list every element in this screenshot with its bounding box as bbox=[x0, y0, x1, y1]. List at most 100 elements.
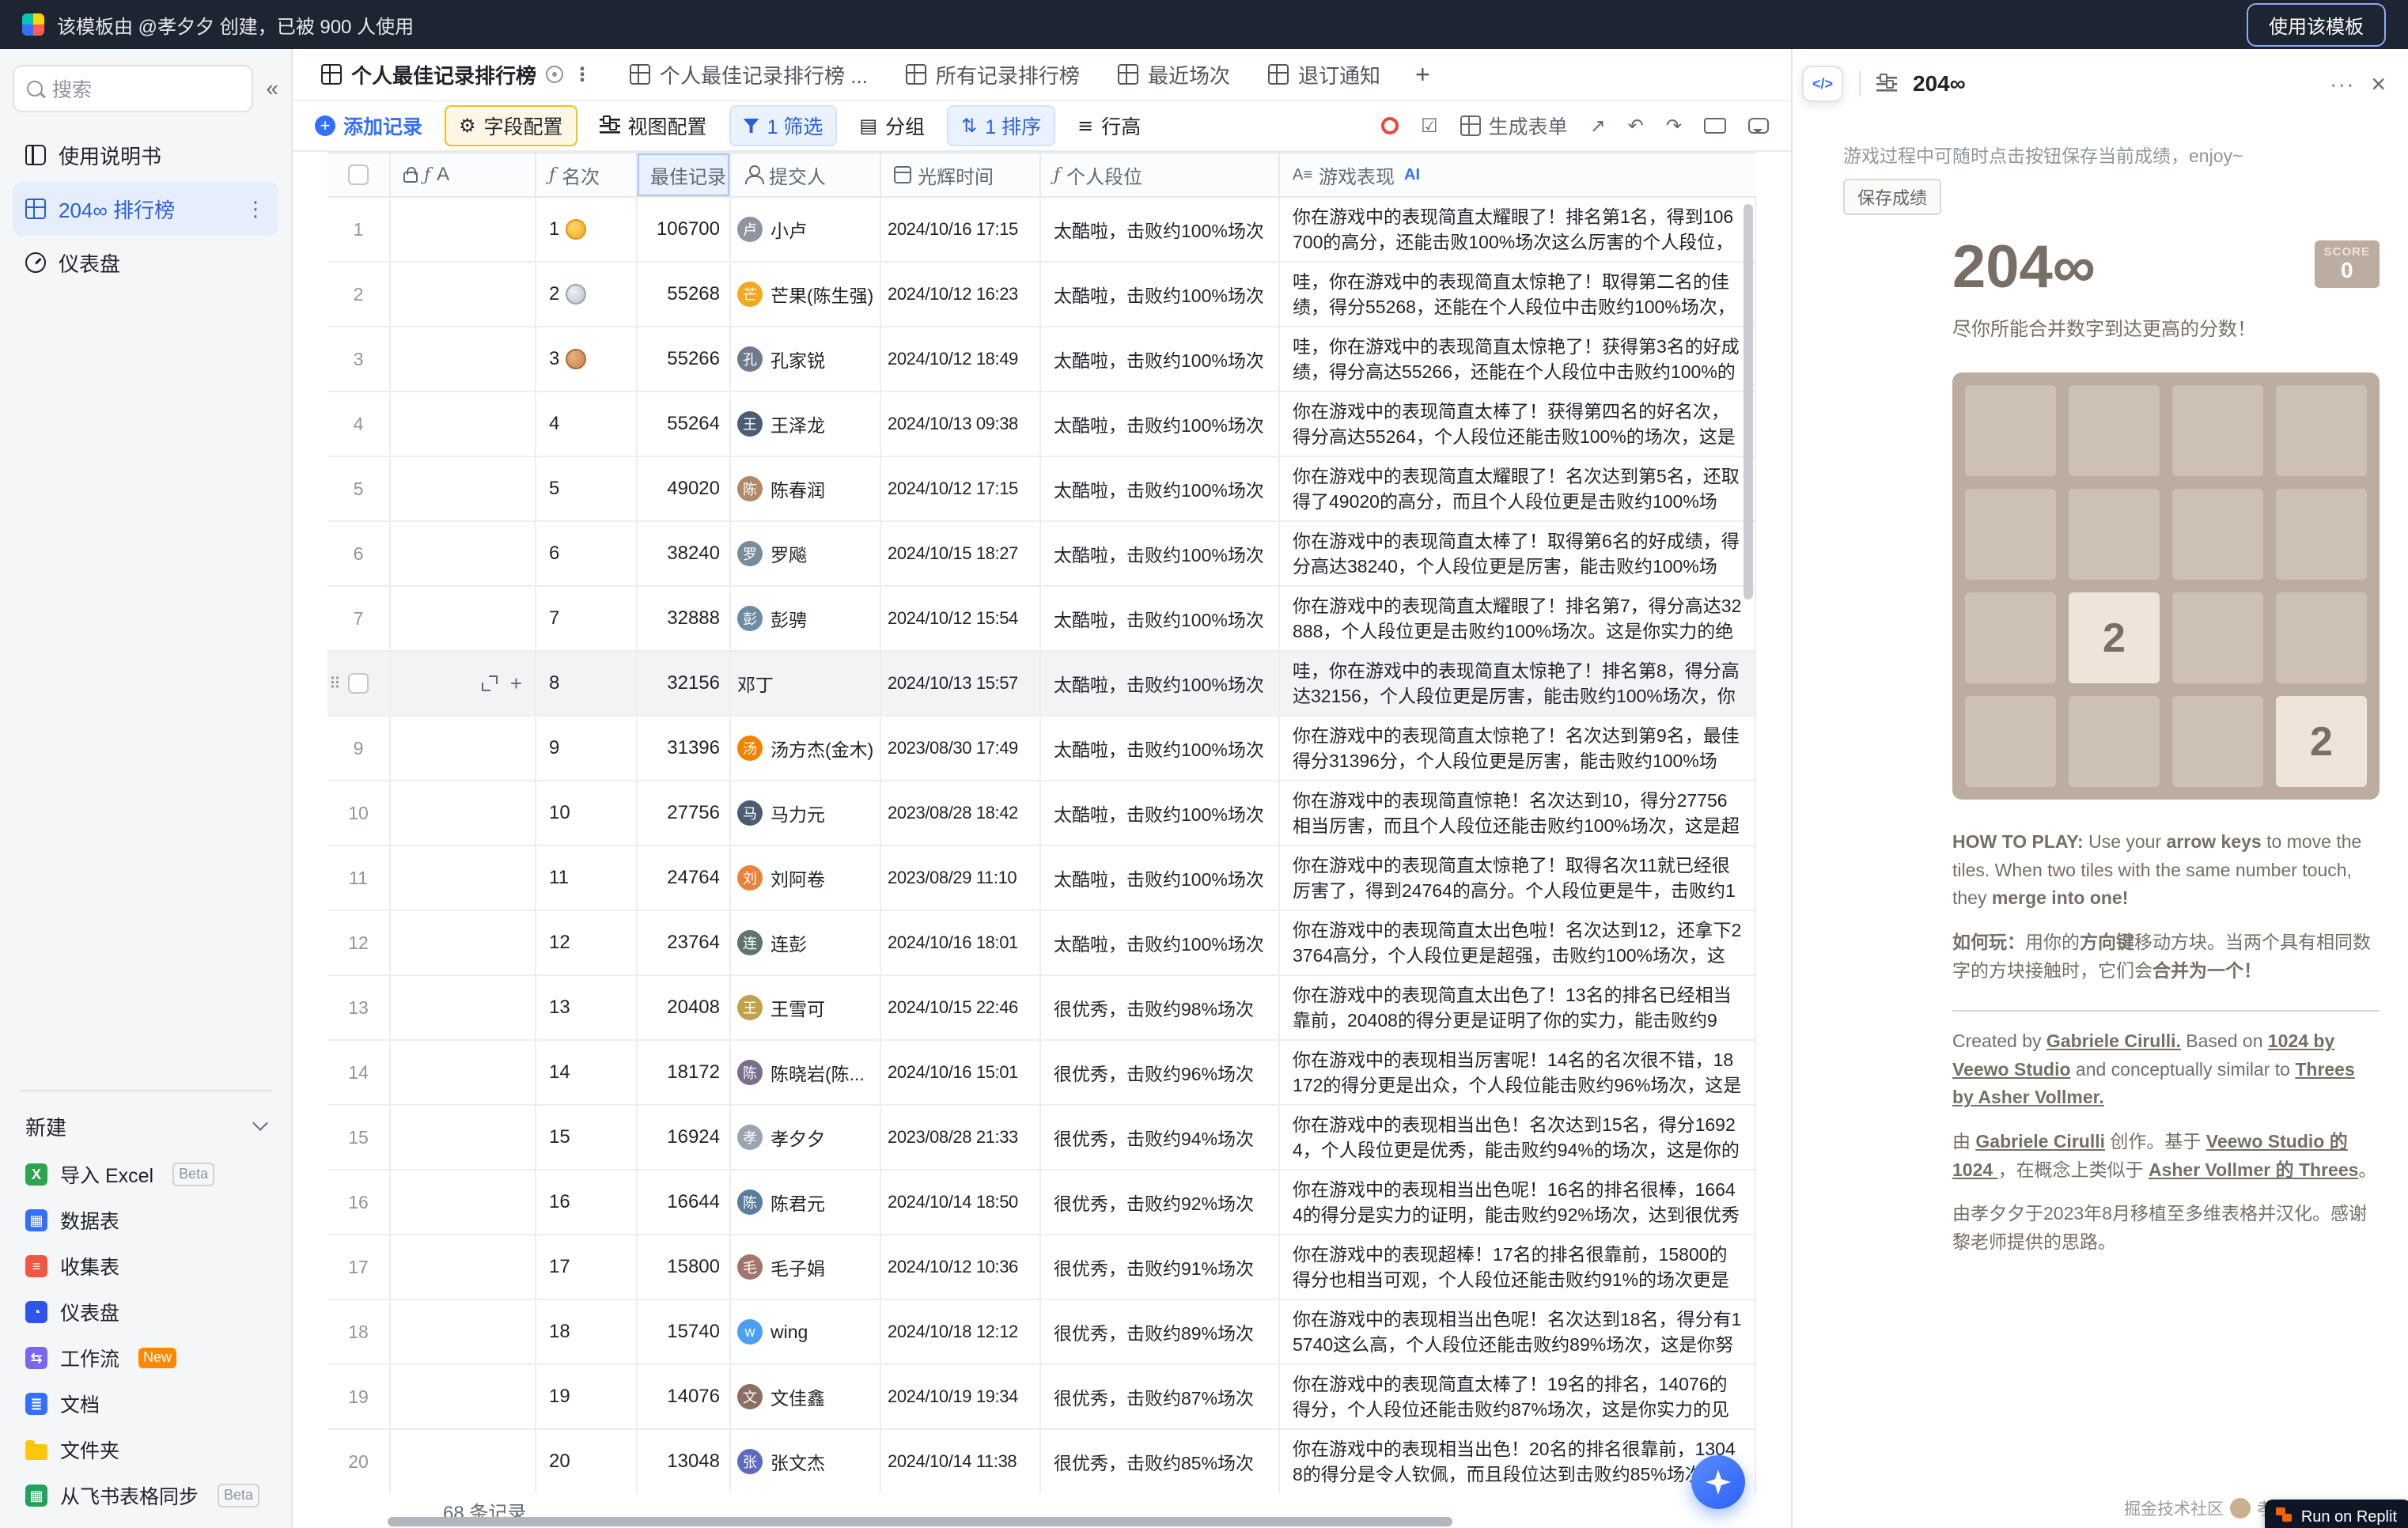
table-row[interactable]: 141418172陈陈晓岩(陈...2024/10/16 15:01很优秀，击败… bbox=[328, 1041, 1756, 1106]
cell-best-score[interactable]: 16924 bbox=[638, 1106, 731, 1169]
collapse-sidebar-icon[interactable]: « bbox=[266, 76, 278, 101]
more-icon[interactable]: ··· bbox=[2330, 72, 2355, 96]
cell-best-score[interactable]: 55268 bbox=[638, 263, 731, 326]
cell-tier[interactable]: 很优秀，击败约92%场次 bbox=[1041, 1171, 1280, 1234]
cell-best-score[interactable]: 23764 bbox=[638, 911, 731, 974]
cell-performance[interactable]: 你在游戏中的表现超棒！17名的排名很靠前，15800的得分也相当可观，个人段位还… bbox=[1280, 1235, 1756, 1299]
cell-performance[interactable]: 你在游戏中的表现简直太出色了！13名的排名已经相当靠前，20408的得分更是证明… bbox=[1280, 976, 1756, 1039]
generate-form-button[interactable]: 生成表单 bbox=[1460, 112, 1568, 140]
row-index-cell[interactable]: 16 bbox=[328, 1171, 391, 1234]
cell-best-score[interactable]: 49020 bbox=[638, 457, 731, 520]
cell-submitter[interactable]: 陈陈晓岩(陈... bbox=[731, 1041, 881, 1104]
cell-a[interactable] bbox=[391, 1300, 536, 1363]
column-header[interactable]: ƒ个人段位 bbox=[1041, 153, 1280, 196]
cell-a[interactable] bbox=[391, 1365, 536, 1428]
group-button[interactable]: ▤ 分组 bbox=[859, 112, 925, 140]
table-row[interactable]: ⠿+832156邓丁2024/10/13 15:57太酷啦，击败约100%场次哇… bbox=[328, 652, 1756, 717]
row-index-cell[interactable]: 9 bbox=[328, 717, 391, 780]
sort-button[interactable]: ⇅ 1 排序 bbox=[947, 105, 1055, 146]
cell-performance[interactable]: 你在游戏中的表现简直太棒了！取得第6名的好成绩，得分高达38240，个人段位更是… bbox=[1280, 522, 1756, 585]
cell-best-score[interactable]: 15740 bbox=[638, 1300, 731, 1363]
column-header[interactable]: A≡游戏表现AI bbox=[1280, 153, 1756, 196]
cell-time[interactable]: 2024/10/12 10:36 bbox=[881, 1235, 1041, 1299]
sidebar-create-item[interactable]: 文件夹 bbox=[13, 1427, 278, 1473]
cell-tier[interactable]: 太酷啦，击败约100%场次 bbox=[1041, 392, 1280, 456]
expand-view-icon[interactable] bbox=[1704, 118, 1726, 134]
cell-rank[interactable]: 13 bbox=[536, 976, 638, 1039]
cell-a[interactable] bbox=[391, 263, 536, 326]
cell-best-score[interactable]: 106700 bbox=[638, 198, 731, 261]
cell-performance[interactable]: 你在游戏中的表现相当出色！名次达到15名，得分16924，个人段位更是优秀，能击… bbox=[1280, 1106, 1756, 1169]
table-row[interactable]: 11106700卢小卢2024/10/16 17:15太酷啦，击败约100%场次… bbox=[328, 198, 1756, 263]
cell-submitter[interactable]: 卢小卢 bbox=[731, 198, 881, 261]
cell-submitter[interactable]: 彭彭骋 bbox=[731, 587, 881, 650]
comment-icon[interactable] bbox=[1748, 118, 1769, 134]
cell-a[interactable] bbox=[391, 1430, 536, 1493]
cell-rank[interactable]: 6 bbox=[536, 522, 638, 585]
cell-time[interactable]: 2023/08/30 17:49 bbox=[881, 717, 1041, 780]
view-tab[interactable]: 个人最佳记录排行榜⋮ bbox=[302, 49, 611, 100]
cell-time[interactable]: 2024/10/14 11:38 bbox=[881, 1430, 1041, 1493]
cell-time[interactable]: 2024/10/12 15:54 bbox=[881, 587, 1041, 650]
cell-a[interactable] bbox=[391, 1171, 536, 1234]
horizontal-scrollbar[interactable] bbox=[388, 1517, 1452, 1526]
cell-rank[interactable]: 2 bbox=[536, 263, 638, 326]
redo-icon[interactable]: ↷ bbox=[1666, 116, 1682, 135]
cell-best-score[interactable]: 55266 bbox=[638, 327, 731, 391]
cell-time[interactable]: 2024/10/19 19:34 bbox=[881, 1365, 1041, 1428]
cell-a[interactable] bbox=[391, 1106, 536, 1169]
cell-rank[interactable]: 17 bbox=[536, 1235, 638, 1299]
column-header[interactable]: ƒ名次 bbox=[536, 153, 638, 196]
cell-tier[interactable]: 太酷啦，击败约100%场次 bbox=[1041, 522, 1280, 585]
sidebar-create-item[interactable]: X导入 ExcelBeta bbox=[13, 1152, 278, 1197]
cell-rank[interactable]: 7 bbox=[536, 587, 638, 650]
cell-performance[interactable]: 你在游戏中的表现简直太出色啦！名次达到12，还拿下23764高分，个人段位更是超… bbox=[1280, 911, 1756, 974]
cell-time[interactable]: 2024/10/12 18:49 bbox=[881, 327, 1041, 391]
cell-a[interactable] bbox=[391, 587, 536, 650]
cell-best-score[interactable]: 32156 bbox=[638, 652, 731, 715]
cell-best-score[interactable]: 55264 bbox=[638, 392, 731, 456]
cell-tier[interactable]: 很优秀，击败约87%场次 bbox=[1041, 1365, 1280, 1428]
cell-submitter[interactable]: 连连彭 bbox=[731, 911, 881, 974]
sidebar-create-item[interactable]: ◔仪表盘 bbox=[13, 1289, 278, 1335]
cell-performance[interactable]: 你在游戏中的表现相当厉害呢！14名的名次很不错，18172的得分更是出众，个人段… bbox=[1280, 1041, 1756, 1104]
cell-rank[interactable]: 20 bbox=[536, 1430, 638, 1493]
column-header[interactable]: 提交人 bbox=[731, 153, 881, 196]
cell-submitter[interactable]: 王王泽龙 bbox=[731, 392, 881, 456]
sidebar-create-item[interactable]: ▦数据表 bbox=[13, 1197, 278, 1243]
cell-rank[interactable]: 3 bbox=[536, 327, 638, 391]
row-index-cell[interactable]: 19 bbox=[328, 1365, 391, 1428]
table-row[interactable]: 161616644陈陈君元2024/10/14 18:50很优秀，击败约92%场… bbox=[328, 1171, 1756, 1235]
cell-submitter[interactable]: 毛毛子娟 bbox=[731, 1235, 881, 1299]
cell-tier[interactable]: 很优秀，击败约85%场次 bbox=[1041, 1430, 1280, 1493]
cell-performance[interactable]: 哇，你在游戏中的表现简直太惊艳了！获得第3名的好成绩，得分高达55266，还能在… bbox=[1280, 327, 1756, 391]
cell-a[interactable] bbox=[391, 976, 536, 1039]
cell-performance[interactable]: 你在游戏中的表现简直太耀眼了！排名第1名，得到106700的高分，还能击败100… bbox=[1280, 198, 1756, 261]
cell-rank[interactable]: 4 bbox=[536, 392, 638, 456]
row-index-cell[interactable]: 10 bbox=[328, 781, 391, 845]
row-index-cell[interactable]: 13 bbox=[328, 976, 391, 1039]
row-index-cell[interactable]: 17 bbox=[328, 1235, 391, 1299]
sidebar-create-item[interactable]: ≣文档 bbox=[13, 1381, 278, 1427]
sidebar-item[interactable]: 仪表盘 bbox=[13, 236, 278, 289]
cell-performance[interactable]: 你在游戏中的表现简直太惊艳了！取得名次11就已经很厉害了，得到24764的高分。… bbox=[1280, 846, 1756, 910]
task-icon[interactable]: ☑ bbox=[1421, 116, 1438, 135]
cell-best-score[interactable]: 18172 bbox=[638, 1041, 731, 1104]
cell-a[interactable] bbox=[391, 457, 536, 520]
cell-submitter[interactable]: 孔孔家锐 bbox=[731, 327, 881, 391]
cell-tier[interactable]: 很优秀，击败约96%场次 bbox=[1041, 1041, 1280, 1104]
credit-link[interactable]: Gabriele Cirulli. bbox=[2046, 1031, 2181, 1051]
row-index-cell[interactable]: 1 bbox=[328, 198, 391, 261]
field-config-button[interactable]: ⚙ 字段配置 bbox=[445, 105, 577, 146]
cell-submitter[interactable]: 陈陈春润 bbox=[731, 457, 881, 520]
row-index-cell[interactable]: 7 bbox=[328, 587, 391, 650]
cell-submitter[interactable]: 王王雪可 bbox=[731, 976, 881, 1039]
cell-time[interactable]: 2024/10/14 18:50 bbox=[881, 1171, 1041, 1234]
cell-rank[interactable]: 9 bbox=[536, 717, 638, 780]
table-row[interactable]: 3355266孔孔家锐2024/10/12 18:49太酷啦，击败约100%场次… bbox=[328, 327, 1756, 392]
cell-a[interactable] bbox=[391, 781, 536, 845]
cell-submitter[interactable]: 张张文杰 bbox=[731, 1430, 881, 1493]
cell-best-score[interactable]: 27756 bbox=[638, 781, 731, 845]
cell-tier[interactable]: 很优秀，击败约91%场次 bbox=[1041, 1235, 1280, 1299]
cell-rank[interactable]: 11 bbox=[536, 846, 638, 910]
